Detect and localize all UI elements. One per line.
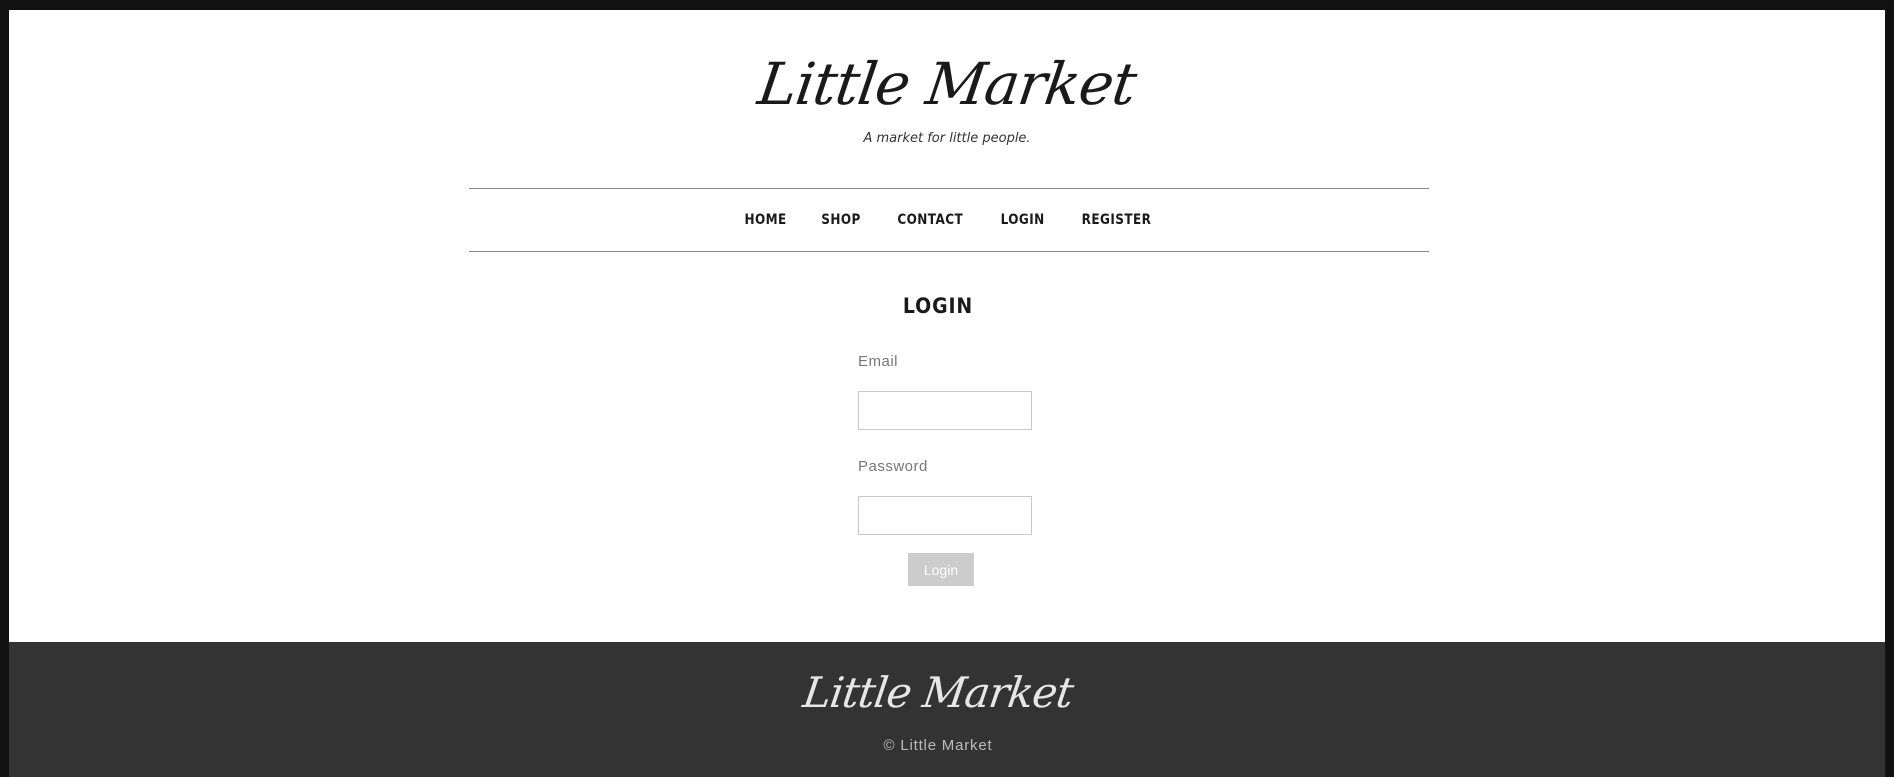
nav-item-register[interactable]: REGISTER bbox=[1082, 212, 1152, 228]
email-label: Email bbox=[858, 353, 899, 370]
site-header: Little Market A market for little people… bbox=[9, 10, 1885, 188]
footer-logo[interactable]: Little Market bbox=[6, 668, 1871, 717]
login-button[interactable]: Login bbox=[908, 553, 974, 586]
nav-item-contact[interactable]: CONTACT bbox=[897, 212, 963, 228]
password-field[interactable] bbox=[858, 496, 1032, 535]
main-nav: HOME SHOP CONTACT LOGIN REGISTER bbox=[469, 188, 1429, 252]
site-logo[interactable]: Little Market bbox=[4, 50, 1890, 118]
email-field[interactable] bbox=[858, 391, 1032, 430]
footer-copyright: © Little Market bbox=[883, 737, 993, 754]
page-title: LOGIN bbox=[902, 294, 974, 318]
nav-item-login[interactable]: LOGIN bbox=[1000, 212, 1044, 228]
site-tagline: A market for little people. bbox=[863, 131, 1031, 146]
password-label: Password bbox=[858, 458, 928, 475]
site-footer: Little Market © Little Market bbox=[9, 642, 1885, 777]
page-frame: Little Market A market for little people… bbox=[9, 10, 1885, 777]
nav-item-shop[interactable]: SHOP bbox=[821, 212, 861, 228]
nav-item-home[interactable]: HOME bbox=[744, 212, 786, 228]
